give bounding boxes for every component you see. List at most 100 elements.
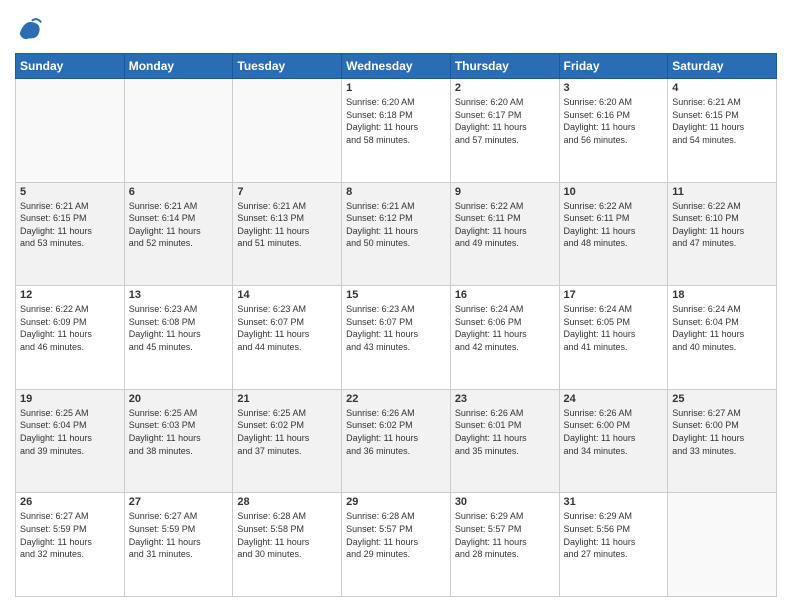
- day-info: Sunrise: 6:28 AM Sunset: 5:57 PM Dayligh…: [346, 510, 446, 560]
- day-cell: 7 Sunrise: 6:21 AM Sunset: 6:13 PM Daylig…: [233, 182, 342, 286]
- week-row-5: 26 Sunrise: 6:27 AM Sunset: 5:59 PM Dayli…: [16, 493, 777, 597]
- day-number: 18: [672, 289, 772, 301]
- day-number: 4: [672, 82, 772, 94]
- day-info: Sunrise: 6:20 AM Sunset: 6:17 PM Dayligh…: [455, 96, 555, 146]
- day-number: 10: [564, 186, 664, 198]
- day-info: Sunrise: 6:26 AM Sunset: 6:00 PM Dayligh…: [564, 407, 664, 457]
- day-cell: 3Sunrise: 6:20 AM Sunset: 6:16 PM Daylig…: [559, 79, 668, 183]
- day-info: Sunrise: 6:22 AM Sunset: 6:11 PM Dayligh…: [564, 200, 664, 250]
- day-number: 29: [346, 496, 446, 508]
- day-number: 23: [455, 393, 555, 405]
- day-cell: 10 Sunrise: 6:22 AM Sunset: 6:11 PM Dayli…: [559, 182, 668, 286]
- day-info: Sunrise: 6:29 AM Sunset: 5:56 PM Dayligh…: [564, 510, 664, 560]
- day-cell: 8 Sunrise: 6:21 AM Sunset: 6:12 PM Daylig…: [342, 182, 451, 286]
- day-number: 26: [20, 496, 120, 508]
- day-number: 14: [237, 289, 337, 301]
- day-number: 12: [20, 289, 120, 301]
- day-cell: 28 Sunrise: 6:28 AM Sunset: 5:58 PM Dayli…: [233, 493, 342, 597]
- day-info: Sunrise: 6:27 AM Sunset: 5:59 PM Dayligh…: [20, 510, 120, 560]
- day-cell: 27 Sunrise: 6:27 AM Sunset: 5:59 PM Dayli…: [124, 493, 233, 597]
- calendar-page: SundayMondayTuesdayWednesdayThursdayFrid…: [0, 0, 792, 612]
- day-info: Sunrise: 6:25 AM Sunset: 6:02 PM Dayligh…: [237, 407, 337, 457]
- day-info: Sunrise: 6:24 AM Sunset: 6:06 PM Dayligh…: [455, 303, 555, 353]
- week-row-1: 1 Sunrise: 6:20 AM Sunset: 6:18 PM Daylig…: [16, 79, 777, 183]
- day-info: Sunrise: 6:25 AM Sunset: 6:03 PM Dayligh…: [129, 407, 229, 457]
- day-number: 8: [346, 186, 446, 198]
- day-info: Sunrise: 6:21 AM Sunset: 6:14 PM Dayligh…: [129, 200, 229, 250]
- day-number: 27: [129, 496, 229, 508]
- day-cell: 20 Sunrise: 6:25 AM Sunset: 6:03 PM Dayli…: [124, 389, 233, 493]
- day-info: Sunrise: 6:23 AM Sunset: 6:08 PM Dayligh…: [129, 303, 229, 353]
- day-cell: 6 Sunrise: 6:21 AM Sunset: 6:14 PM Daylig…: [124, 182, 233, 286]
- day-cell: 18 Sunrise: 6:24 AM Sunset: 6:04 PM Dayli…: [668, 286, 777, 390]
- day-number: 20: [129, 393, 229, 405]
- day-cell: 24 Sunrise: 6:26 AM Sunset: 6:00 PM Dayli…: [559, 389, 668, 493]
- day-info: Sunrise: 6:26 AM Sunset: 6:01 PM Dayligh…: [455, 407, 555, 457]
- weekday-header-row: SundayMondayTuesdayWednesdayThursdayFrid…: [16, 54, 777, 79]
- day-number: 22: [346, 393, 446, 405]
- day-number: 9: [455, 186, 555, 198]
- day-cell: [668, 493, 777, 597]
- day-info: Sunrise: 6:21 AM Sunset: 6:12 PM Dayligh…: [346, 200, 446, 250]
- day-cell: 14 Sunrise: 6:23 AM Sunset: 6:07 PM Dayli…: [233, 286, 342, 390]
- day-cell: 22 Sunrise: 6:26 AM Sunset: 6:02 PM Dayli…: [342, 389, 451, 493]
- day-cell: 26 Sunrise: 6:27 AM Sunset: 5:59 PM Dayli…: [16, 493, 125, 597]
- day-number: 6: [129, 186, 229, 198]
- week-row-3: 12Sunrise: 6:22 AM Sunset: 6:09 PM Dayli…: [16, 286, 777, 390]
- day-info: Sunrise: 6:21 AM Sunset: 6:15 PM Dayligh…: [672, 96, 772, 146]
- day-cell: 11 Sunrise: 6:22 AM Sunset: 6:10 PM Dayli…: [668, 182, 777, 286]
- day-number: 28: [237, 496, 337, 508]
- day-cell: 31 Sunrise: 6:29 AM Sunset: 5:56 PM Dayli…: [559, 493, 668, 597]
- day-cell: 29 Sunrise: 6:28 AM Sunset: 5:57 PM Dayli…: [342, 493, 451, 597]
- day-cell: 19 Sunrise: 6:25 AM Sunset: 6:04 PM Dayli…: [16, 389, 125, 493]
- day-info: Sunrise: 6:23 AM Sunset: 6:07 PM Dayligh…: [346, 303, 446, 353]
- day-cell: 21 Sunrise: 6:25 AM Sunset: 6:02 PM Dayli…: [233, 389, 342, 493]
- day-number: 25: [672, 393, 772, 405]
- weekday-header-wednesday: Wednesday: [342, 54, 451, 79]
- day-number: 7: [237, 186, 337, 198]
- day-info: Sunrise: 6:22 AM Sunset: 6:11 PM Dayligh…: [455, 200, 555, 250]
- day-info: Sunrise: 6:20 AM Sunset: 6:18 PM Dayligh…: [346, 96, 446, 146]
- day-number: 5: [20, 186, 120, 198]
- day-info: Sunrise: 6:28 AM Sunset: 5:58 PM Dayligh…: [237, 510, 337, 560]
- day-number: 31: [564, 496, 664, 508]
- header: [15, 15, 777, 43]
- weekday-header-sunday: Sunday: [16, 54, 125, 79]
- weekday-header-monday: Monday: [124, 54, 233, 79]
- day-info: Sunrise: 6:24 AM Sunset: 6:04 PM Dayligh…: [672, 303, 772, 353]
- weekday-header-friday: Friday: [559, 54, 668, 79]
- day-cell: [233, 79, 342, 183]
- day-cell: 25 Sunrise: 6:27 AM Sunset: 6:00 PM Dayli…: [668, 389, 777, 493]
- day-info: Sunrise: 6:21 AM Sunset: 6:13 PM Dayligh…: [237, 200, 337, 250]
- day-number: 2: [455, 82, 555, 94]
- day-cell: 12Sunrise: 6:22 AM Sunset: 6:09 PM Dayli…: [16, 286, 125, 390]
- day-number: 24: [564, 393, 664, 405]
- calendar-table: SundayMondayTuesdayWednesdayThursdayFrid…: [15, 53, 777, 597]
- day-number: 1: [346, 82, 446, 94]
- logo: [15, 15, 45, 43]
- day-info: Sunrise: 6:27 AM Sunset: 6:00 PM Dayligh…: [672, 407, 772, 457]
- day-info: Sunrise: 6:24 AM Sunset: 6:05 PM Dayligh…: [564, 303, 664, 353]
- week-row-2: 5 Sunrise: 6:21 AM Sunset: 6:15 PM Daylig…: [16, 182, 777, 286]
- day-cell: 17Sunrise: 6:24 AM Sunset: 6:05 PM Dayli…: [559, 286, 668, 390]
- day-cell: 16 Sunrise: 6:24 AM Sunset: 6:06 PM Dayli…: [450, 286, 559, 390]
- day-info: Sunrise: 6:25 AM Sunset: 6:04 PM Dayligh…: [20, 407, 120, 457]
- day-cell: 30Sunrise: 6:29 AM Sunset: 5:57 PM Dayli…: [450, 493, 559, 597]
- day-info: Sunrise: 6:21 AM Sunset: 6:15 PM Dayligh…: [20, 200, 120, 250]
- day-cell: 23 Sunrise: 6:26 AM Sunset: 6:01 PM Dayli…: [450, 389, 559, 493]
- day-cell: 2 Sunrise: 6:20 AM Sunset: 6:17 PM Daylig…: [450, 79, 559, 183]
- day-info: Sunrise: 6:22 AM Sunset: 6:10 PM Dayligh…: [672, 200, 772, 250]
- day-cell: 13Sunrise: 6:23 AM Sunset: 6:08 PM Dayli…: [124, 286, 233, 390]
- day-cell: [16, 79, 125, 183]
- day-info: Sunrise: 6:23 AM Sunset: 6:07 PM Dayligh…: [237, 303, 337, 353]
- day-info: Sunrise: 6:27 AM Sunset: 5:59 PM Dayligh…: [129, 510, 229, 560]
- day-info: Sunrise: 6:20 AM Sunset: 6:16 PM Dayligh…: [564, 96, 664, 146]
- weekday-header-thursday: Thursday: [450, 54, 559, 79]
- day-number: 16: [455, 289, 555, 301]
- day-info: Sunrise: 6:26 AM Sunset: 6:02 PM Dayligh…: [346, 407, 446, 457]
- day-number: 19: [20, 393, 120, 405]
- day-number: 11: [672, 186, 772, 198]
- day-cell: 5 Sunrise: 6:21 AM Sunset: 6:15 PM Daylig…: [16, 182, 125, 286]
- day-number: 21: [237, 393, 337, 405]
- day-cell: 9 Sunrise: 6:22 AM Sunset: 6:11 PM Daylig…: [450, 182, 559, 286]
